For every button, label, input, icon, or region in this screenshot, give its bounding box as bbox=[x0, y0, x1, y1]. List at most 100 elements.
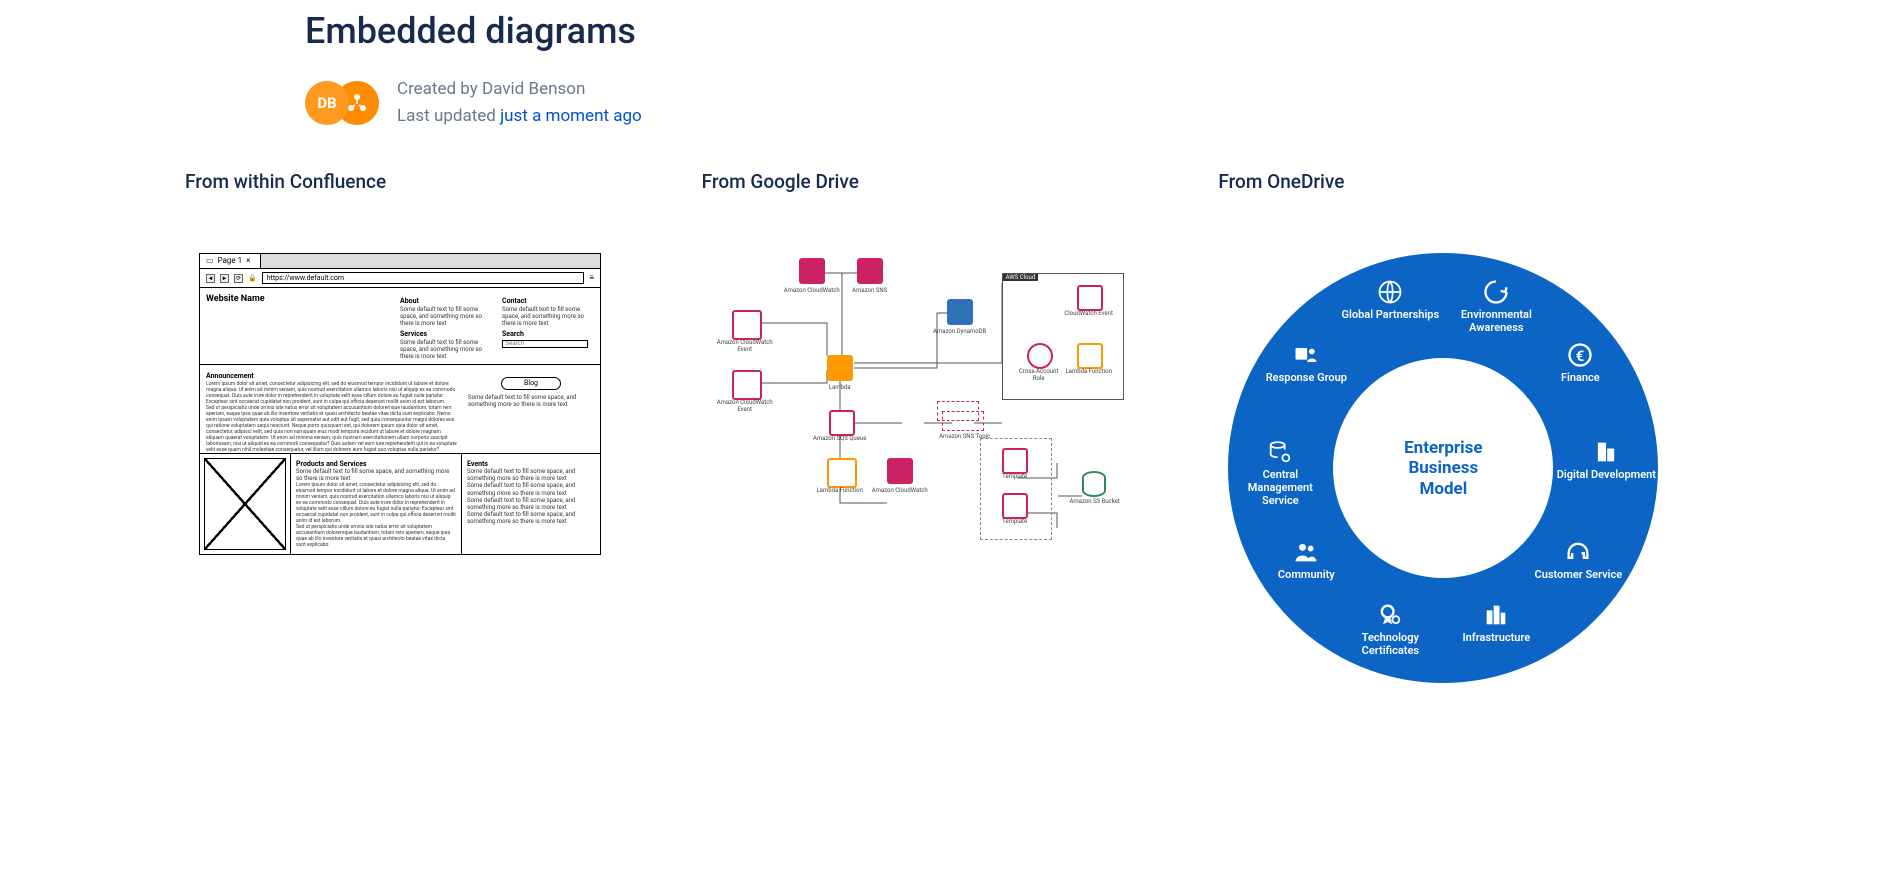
wf-filler: Some default text to fill some space, an… bbox=[502, 306, 594, 328]
wf-filler: Some default text to fill some space, an… bbox=[467, 468, 595, 482]
wf-filler: Some default text to fill some space, an… bbox=[467, 497, 595, 511]
lambda-icon bbox=[827, 355, 853, 381]
aws-label: Amazon SQS Queue bbox=[810, 435, 870, 442]
template-icon bbox=[1002, 493, 1028, 519]
wf-filler: Some default text to fill some space, an… bbox=[296, 468, 456, 482]
ring-label: Digital Development bbox=[1557, 468, 1656, 481]
aws-label: Lambda bbox=[810, 384, 870, 391]
cloudwatch-event-icon bbox=[732, 370, 762, 400]
cross-account-role-icon bbox=[1027, 343, 1053, 369]
headset-icon bbox=[1564, 538, 1592, 566]
ring-label: Environmental Awareness bbox=[1446, 308, 1546, 334]
ring-diagram[interactable]: EnterpriseBusinessModel Global Partnersh… bbox=[1228, 253, 1658, 683]
wf-events: Events bbox=[467, 460, 595, 468]
wf-about: About bbox=[400, 297, 492, 305]
aws-label: Lambda Function bbox=[1064, 368, 1114, 375]
svg-text:€: € bbox=[1576, 347, 1585, 365]
dynamodb-icon bbox=[947, 299, 973, 325]
aws-label: Amazon CloudWatch bbox=[782, 287, 842, 294]
avatar-initials[interactable]: DB bbox=[305, 81, 349, 125]
ring-item: Customer Service bbox=[1528, 538, 1628, 581]
ring-label: Response Group bbox=[1266, 371, 1347, 384]
ring-item: € Finance bbox=[1530, 341, 1630, 384]
ring-item: Environmental Awareness bbox=[1446, 278, 1546, 334]
lambda-fn-icon bbox=[1077, 343, 1103, 369]
s3-bucket-icon bbox=[1082, 471, 1106, 497]
recycle-icon bbox=[1482, 278, 1510, 306]
cloudwatch-event-icon bbox=[732, 310, 762, 340]
aws-label: Template bbox=[985, 473, 1045, 480]
author-link[interactable]: David Benson bbox=[482, 79, 585, 99]
wf-browser-tabs: ▭ Page 1 × bbox=[200, 254, 600, 269]
wf-addressbar: ◄ ► ⟳ 🔒 https://www.default.com ≡ bbox=[200, 269, 600, 288]
wireframe-diagram[interactable]: ▭ Page 1 × ◄ ► ⟳ 🔒 https://www.default.c… bbox=[199, 253, 601, 554]
wf-image-placeholder bbox=[204, 458, 286, 550]
ring-item: Infrastructure bbox=[1446, 601, 1546, 644]
sqs-queue-icon bbox=[829, 410, 855, 436]
template-icon bbox=[1002, 448, 1028, 474]
people-icon bbox=[1292, 538, 1320, 566]
wf-services: Services bbox=[400, 330, 492, 338]
close-icon: × bbox=[246, 256, 250, 266]
cloudwatch-event-icon bbox=[1077, 285, 1103, 311]
ring-label: Global Partnerships bbox=[1342, 308, 1440, 321]
updated-link[interactable]: just a moment ago bbox=[500, 106, 642, 126]
col-onedrive: From OneDrive EnterpriseBusinessModel bbox=[1218, 170, 1705, 683]
wf-blog-button: Blog bbox=[501, 377, 561, 389]
aws-cloud-title: AWS Cloud bbox=[1003, 274, 1039, 281]
page-root: Embedded diagrams DB Created by David Be… bbox=[125, 0, 1765, 723]
aws-label: Cross-Account Role bbox=[1014, 368, 1064, 382]
wf-search-input bbox=[502, 340, 588, 348]
sns-topic-icon bbox=[942, 411, 984, 431]
wf-announcement: Announcement bbox=[206, 372, 458, 380]
database-gear-icon bbox=[1266, 438, 1294, 466]
created-prefix: Created by bbox=[397, 79, 482, 99]
ring-label: Infrastructure bbox=[1462, 631, 1530, 644]
wf-lorem: Lorem ipsum dolor sit amet, consectetur … bbox=[206, 381, 458, 405]
byline: DB Created by David Benson Last updated … bbox=[305, 76, 1705, 130]
aws-label: Template bbox=[985, 518, 1045, 525]
back-icon: ◄ bbox=[206, 274, 215, 283]
col-confluence: From within Confluence ▭ Page 1 × ◄ ► ⟳ … bbox=[185, 170, 672, 554]
ring-item: Digital Development bbox=[1556, 438, 1656, 481]
aws-diagram[interactable]: Amazon CloudWatch Amazon SNS Amazon Clou… bbox=[712, 253, 1132, 583]
aws-label: Amazon CloudWatch bbox=[870, 487, 930, 494]
page-title: Embedded diagrams bbox=[305, 10, 1705, 52]
ring-item: Technology Certificates bbox=[1340, 601, 1440, 657]
ring-item: Community bbox=[1256, 538, 1356, 581]
wf-lorem: Lorem ipsum dolor sit amet, consectetur … bbox=[296, 482, 456, 524]
phone-person-icon bbox=[1292, 341, 1320, 369]
aws-label: Amazon SNS bbox=[840, 287, 900, 294]
col-google-drive: From Google Drive Amazon CloudWatch Amaz… bbox=[702, 170, 1189, 583]
wf-tab-label: Page 1 bbox=[218, 256, 243, 266]
euro-icon: € bbox=[1566, 341, 1594, 369]
col-heading: From OneDrive bbox=[1218, 170, 1705, 193]
wf-products: Products and Services bbox=[296, 460, 456, 468]
wf-search-label: Search bbox=[502, 330, 594, 338]
wf-lorem: Sed ut perspiciatis unde omnis iste natu… bbox=[206, 405, 458, 453]
building-icon bbox=[1592, 438, 1620, 466]
ring-label: Technology Certificates bbox=[1340, 631, 1440, 657]
ring-item: Response Group bbox=[1256, 341, 1356, 384]
ring-label: Community bbox=[1278, 568, 1335, 581]
ring-center-text: EnterpriseBusinessModel bbox=[1404, 438, 1482, 499]
ring-center: EnterpriseBusinessModel bbox=[1333, 358, 1553, 578]
wf-filler: Some default text to fill some space, an… bbox=[468, 394, 594, 408]
aws-label: Amazon CloudWatch Event bbox=[715, 339, 775, 353]
ring-label: Finance bbox=[1561, 371, 1600, 384]
wf-filler: Some default text to fill some space, an… bbox=[467, 511, 595, 525]
aws-label: CloudWatch Event bbox=[1064, 310, 1114, 317]
globe-icon bbox=[1376, 278, 1404, 306]
wf-filler: Some default text to fill some space, an… bbox=[467, 482, 595, 496]
ring-label: Central Management Service bbox=[1230, 468, 1330, 507]
wf-site-name: Website Name bbox=[206, 294, 390, 305]
page-icon: ▭ bbox=[206, 256, 214, 266]
wf-tab: ▭ Page 1 × bbox=[200, 254, 261, 268]
ring-label: Customer Service bbox=[1535, 568, 1623, 581]
wf-url: https://www.default.com bbox=[262, 272, 585, 284]
columns: From within Confluence ▭ Page 1 × ◄ ► ⟳ … bbox=[185, 170, 1705, 683]
lambda-fn-icon bbox=[827, 458, 857, 488]
wf-lorem: Sed ut perspiciatis unde omnis iste natu… bbox=[296, 524, 456, 548]
cloudwatch-icon bbox=[799, 258, 825, 284]
aws-label: Amazon DynamoDB bbox=[930, 328, 990, 335]
